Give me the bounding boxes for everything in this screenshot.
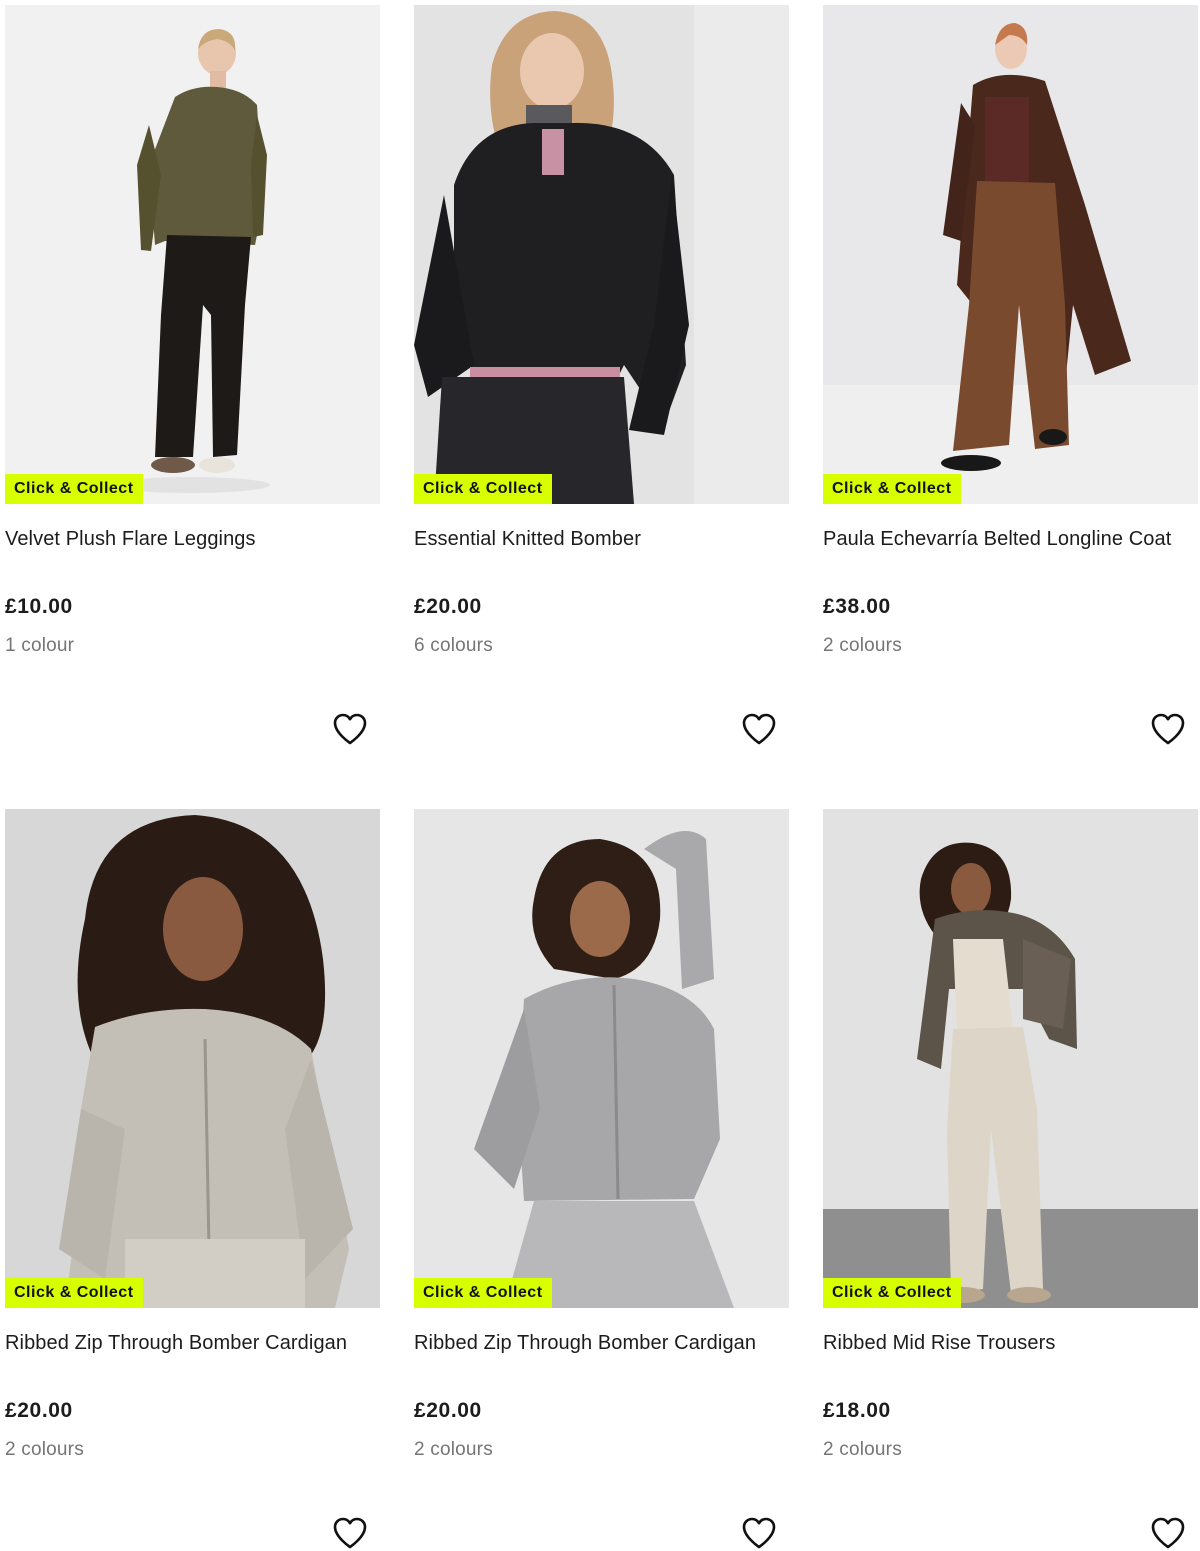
wishlist-heart-icon[interactable] <box>332 1516 368 1550</box>
product-card[interactable]: Click & Collect Paula Echevarría Belted … <box>823 5 1198 809</box>
wishlist-heart-icon[interactable] <box>1150 712 1186 746</box>
product-photo <box>5 809 380 1308</box>
product-name[interactable]: Velvet Plush Flare Leggings <box>5 528 256 551</box>
product-image[interactable]: Click & Collect <box>5 809 380 1308</box>
click-collect-badge: Click & Collect <box>414 474 552 504</box>
product-price: £20.00 <box>414 595 482 618</box>
product-card[interactable]: Click & Collect Velvet Plush Flare Leggi… <box>5 5 380 809</box>
product-card[interactable]: Click & Collect Ribbed Zip Through Bombe… <box>5 809 380 1551</box>
product-image[interactable]: Click & Collect <box>5 5 380 504</box>
product-name[interactable]: Paula Echevarría Belted Longline Coat <box>823 528 1171 551</box>
product-colour-count: 2 colours <box>823 1439 902 1460</box>
wishlist-heart-icon[interactable] <box>741 712 777 746</box>
product-photo <box>414 809 789 1308</box>
product-photo <box>823 809 1198 1308</box>
wishlist-heart-icon[interactable] <box>1150 1516 1186 1550</box>
product-name[interactable]: Ribbed Zip Through Bomber Cardigan <box>5 1332 347 1355</box>
wishlist-heart-icon[interactable] <box>741 1516 777 1550</box>
product-image[interactable]: Click & Collect <box>414 809 789 1308</box>
product-price: £20.00 <box>5 1399 73 1422</box>
product-name[interactable]: Ribbed Zip Through Bomber Cardigan <box>414 1332 756 1355</box>
click-collect-badge: Click & Collect <box>5 1278 143 1308</box>
product-price: £20.00 <box>414 1399 482 1422</box>
product-colour-count: 6 colours <box>414 635 493 656</box>
product-card[interactable]: Click & Collect Essential Knitted Bomber… <box>414 5 789 809</box>
product-price: £18.00 <box>823 1399 891 1422</box>
product-card[interactable]: Click & Collect Ribbed Mid Rise Trousers… <box>823 809 1198 1551</box>
click-collect-badge: Click & Collect <box>823 474 961 504</box>
product-photo <box>5 5 380 504</box>
product-colour-count: 2 colours <box>5 1439 84 1460</box>
product-colour-count: 2 colours <box>823 635 902 656</box>
product-price: £10.00 <box>5 595 73 618</box>
product-card[interactable]: Click & Collect Ribbed Zip Through Bombe… <box>414 809 789 1551</box>
product-colour-count: 1 colour <box>5 635 75 656</box>
click-collect-badge: Click & Collect <box>414 1278 552 1308</box>
product-image[interactable]: Click & Collect <box>823 5 1198 504</box>
product-photo <box>823 5 1198 504</box>
click-collect-badge: Click & Collect <box>5 474 143 504</box>
product-photo <box>414 5 789 504</box>
wishlist-heart-icon[interactable] <box>332 712 368 746</box>
product-name[interactable]: Essential Knitted Bomber <box>414 528 641 551</box>
product-price: £38.00 <box>823 595 891 618</box>
product-name[interactable]: Ribbed Mid Rise Trousers <box>823 1332 1056 1355</box>
product-grid: Click & Collect Velvet Plush Flare Leggi… <box>5 5 1198 1551</box>
click-collect-badge: Click & Collect <box>823 1278 961 1308</box>
product-colour-count: 2 colours <box>414 1439 493 1460</box>
product-image[interactable]: Click & Collect <box>414 5 789 504</box>
product-image[interactable]: Click & Collect <box>823 809 1198 1308</box>
